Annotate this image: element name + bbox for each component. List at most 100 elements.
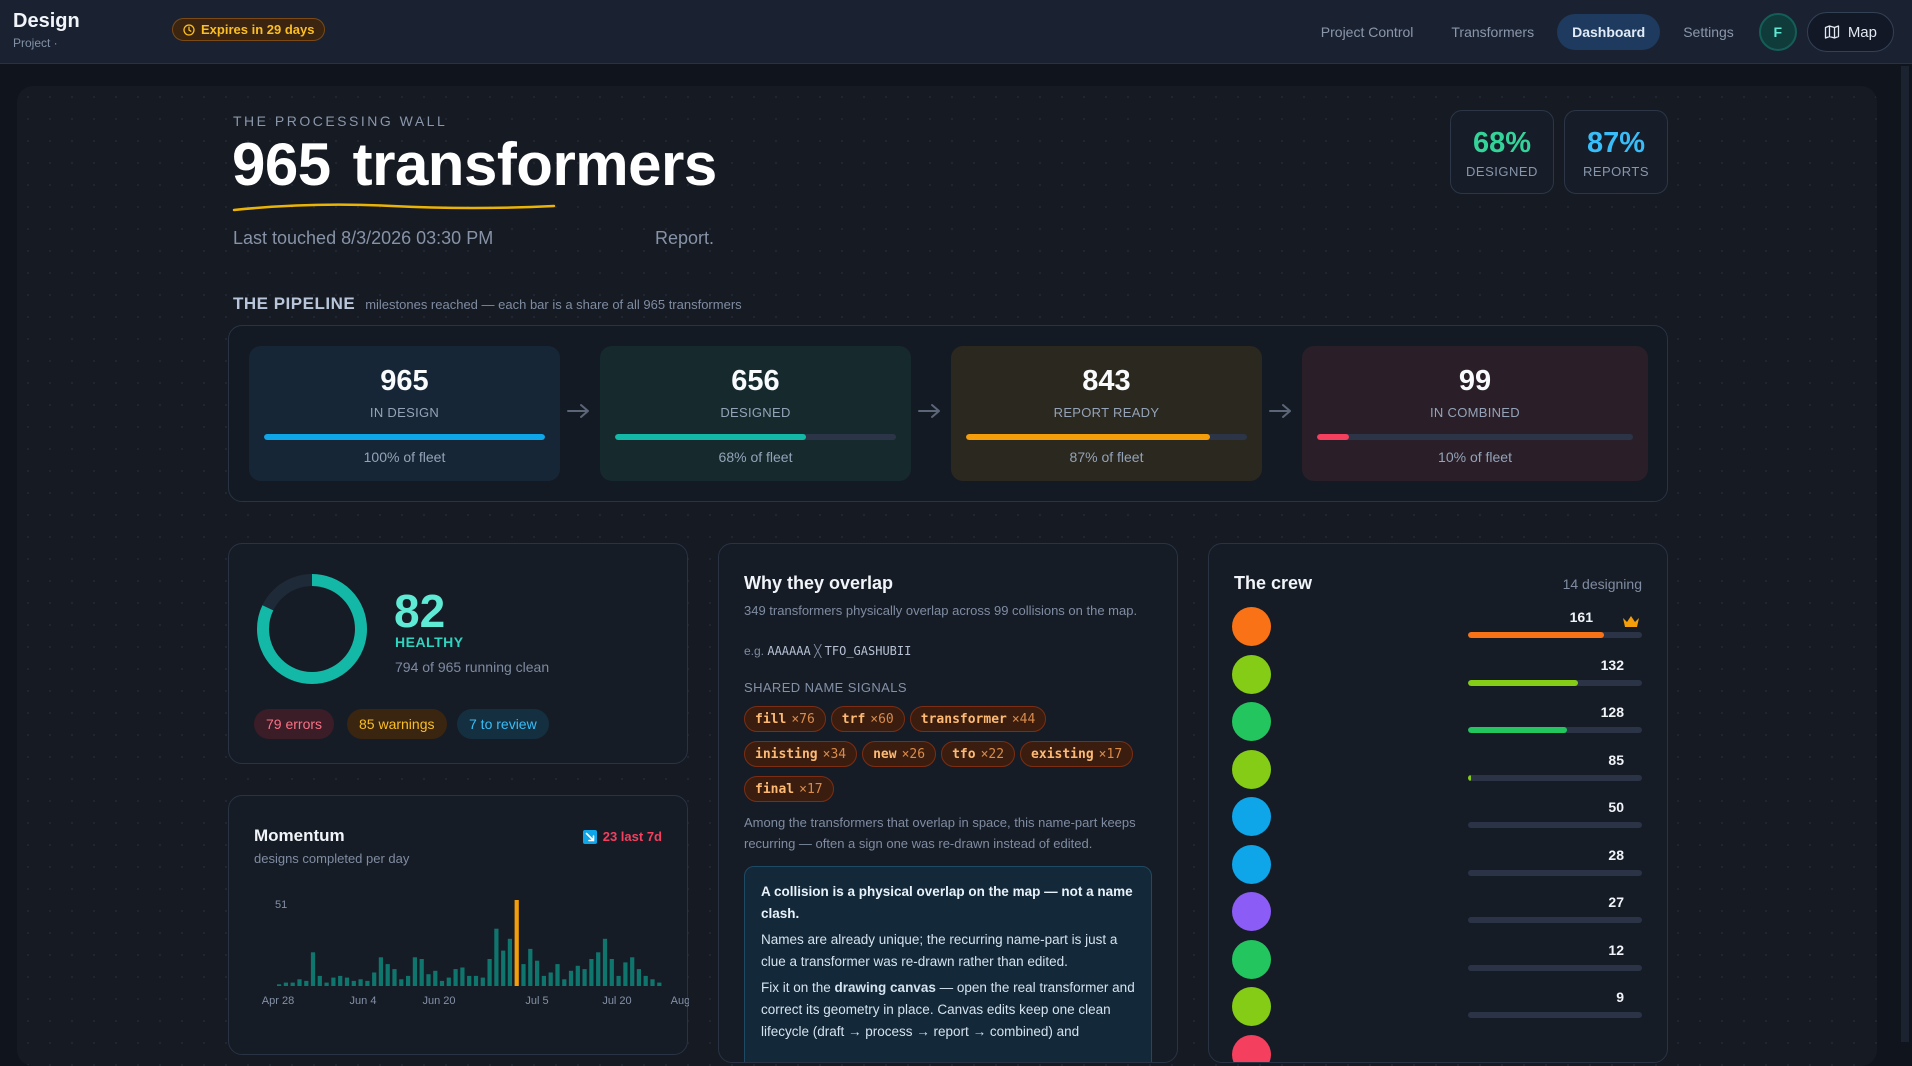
chart-bar[interactable] — [501, 950, 506, 986]
chart-bar[interactable] — [439, 980, 445, 986]
x-tick-label: Apr 28 — [262, 995, 294, 1007]
crew-member-row[interactable]: 28 — [1209, 844, 1649, 885]
chart-bar[interactable] — [555, 964, 560, 986]
warnings-chip[interactable]: 85 warnings — [347, 709, 447, 739]
crew-member-row[interactable]: 132 — [1209, 654, 1649, 695]
nav-dashboard[interactable]: Dashboard — [1557, 14, 1661, 50]
nav-settings[interactable]: Settings — [1668, 14, 1749, 50]
crew-member-row[interactable] — [1209, 1034, 1649, 1062]
crew-member-row[interactable]: 9 — [1209, 987, 1649, 1027]
chart-bar[interactable] — [643, 975, 648, 986]
chart-bar[interactable] — [494, 928, 499, 986]
crew-member-row[interactable]: 50 — [1209, 797, 1649, 837]
chart-bar[interactable] — [385, 964, 390, 986]
report-link[interactable]: Report. — [655, 228, 714, 249]
map-button[interactable]: Map — [1806, 12, 1894, 52]
chart-bar[interactable] — [541, 975, 546, 986]
chart-bar[interactable] — [521, 964, 526, 986]
user-avatar[interactable]: F — [1758, 13, 1797, 51]
chart-bar[interactable] — [406, 975, 411, 986]
chart-bar[interactable] — [392, 969, 397, 986]
signal-tag[interactable]: final ×17 — [744, 776, 834, 802]
nav-project-control[interactable]: Project Control — [1306, 14, 1429, 50]
chart-bar[interactable] — [290, 982, 295, 986]
crew-member-row[interactable]: 27 — [1209, 892, 1649, 932]
chart-bar[interactable] — [460, 967, 465, 987]
chart-bar[interactable] — [582, 969, 587, 986]
chart-bar[interactable] — [548, 972, 553, 987]
chart-bar[interactable] — [433, 970, 438, 986]
chart-bar[interactable] — [473, 975, 479, 986]
app-brand[interactable]: Design Project · — [13, 10, 80, 50]
signal-tag[interactable]: trf ×60 — [830, 706, 905, 732]
chart-bar[interactable] — [446, 977, 451, 986]
stage-report-ready[interactable]: 843 REPORT READY 87% of fleet — [951, 346, 1262, 481]
signal-tag[interactable]: inisting ×34 — [744, 741, 858, 767]
signal-tag[interactable]: new ×26 — [862, 741, 937, 767]
chart-bar[interactable] — [378, 957, 383, 986]
review-chip[interactable]: 7 to review — [457, 709, 549, 739]
chart-bar[interactable] — [589, 959, 594, 986]
crew-member-row[interactable]: 128 — [1209, 702, 1649, 742]
crew-member-row[interactable]: 85 — [1209, 749, 1649, 790]
hero-title: 965 transformers — [232, 130, 723, 199]
chart-bar[interactable] — [453, 969, 458, 986]
chart-bar[interactable] — [514, 900, 519, 986]
chart-bar[interactable] — [277, 984, 282, 986]
chart-bar[interactable] — [310, 952, 316, 986]
chart-bar[interactable] — [568, 970, 574, 986]
chart-bar[interactable] — [317, 975, 322, 986]
chart-bar[interactable] — [412, 957, 417, 986]
chart-bar[interactable] — [344, 977, 350, 986]
chart-bar[interactable] — [297, 979, 302, 986]
chart-bar[interactable] — [636, 969, 641, 986]
chart-bar[interactable] — [623, 962, 628, 986]
stage-in-design[interactable]: 965 IN DESIGN 100% of fleet — [249, 346, 560, 481]
nav-transformers[interactable]: Transformers — [1436, 14, 1549, 50]
chart-bar[interactable] — [596, 952, 601, 986]
chart-bar[interactable] — [324, 982, 329, 986]
errors-chip[interactable]: 79 errors — [254, 709, 335, 739]
chart-bar[interactable] — [657, 982, 662, 986]
stage-progress-bar — [966, 434, 1247, 440]
health-subtitle: 794 of 965 running clean — [395, 659, 550, 675]
chart-bar[interactable] — [609, 959, 614, 986]
tag-name: inisting — [755, 746, 818, 762]
chart-bar[interactable] — [487, 959, 492, 986]
signal-tag[interactable]: transformer ×44 — [909, 706, 1047, 732]
signal-tag[interactable]: existing ×17 — [1020, 741, 1134, 767]
chart-bar[interactable] — [507, 938, 512, 986]
chart-bar[interactable] — [602, 938, 608, 986]
signal-tag[interactable]: fill ×76 — [744, 706, 826, 732]
chart-bar[interactable] — [331, 977, 336, 986]
chart-bar[interactable] — [535, 960, 540, 986]
chart-bar[interactable] — [399, 979, 404, 986]
page-scrollbar[interactable] — [1901, 66, 1909, 1042]
chart-bar[interactable] — [562, 979, 567, 986]
chart-bar[interactable] — [630, 957, 635, 986]
chart-bar[interactable] — [351, 980, 356, 986]
overlap-description: 349 transformers physically overlap acro… — [744, 603, 1138, 618]
drawing-canvas-link[interactable]: drawing canvas — [835, 980, 936, 995]
signal-tag[interactable]: tfo ×22 — [941, 741, 1016, 767]
chart-bar[interactable] — [575, 965, 580, 986]
chart-bar[interactable] — [338, 975, 343, 986]
map-icon — [1824, 25, 1839, 39]
chart-bar[interactable] — [283, 982, 288, 986]
chart-bar[interactable] — [426, 974, 431, 986]
stage-in-combined[interactable]: 99 IN COMBINED 10% of fleet — [1302, 346, 1648, 481]
chart-bar[interactable] — [365, 980, 370, 986]
chart-bar[interactable] — [419, 959, 424, 986]
stage-percent: 68% of fleet — [718, 449, 793, 465]
crew-member-row[interactable]: 161 — [1209, 607, 1649, 647]
chart-bar[interactable] — [358, 979, 363, 986]
chart-bar[interactable] — [304, 980, 309, 986]
crew-member-row[interactable]: 12 — [1209, 939, 1649, 980]
chart-bar[interactable] — [372, 972, 377, 987]
chart-bar[interactable] — [480, 977, 485, 986]
stage-designed[interactable]: 656 DESIGNED 68% of fleet — [600, 346, 911, 481]
chart-bar[interactable] — [616, 975, 621, 986]
chart-bar[interactable] — [528, 948, 533, 986]
chart-bar[interactable] — [467, 975, 472, 986]
chart-bar[interactable] — [650, 979, 655, 986]
